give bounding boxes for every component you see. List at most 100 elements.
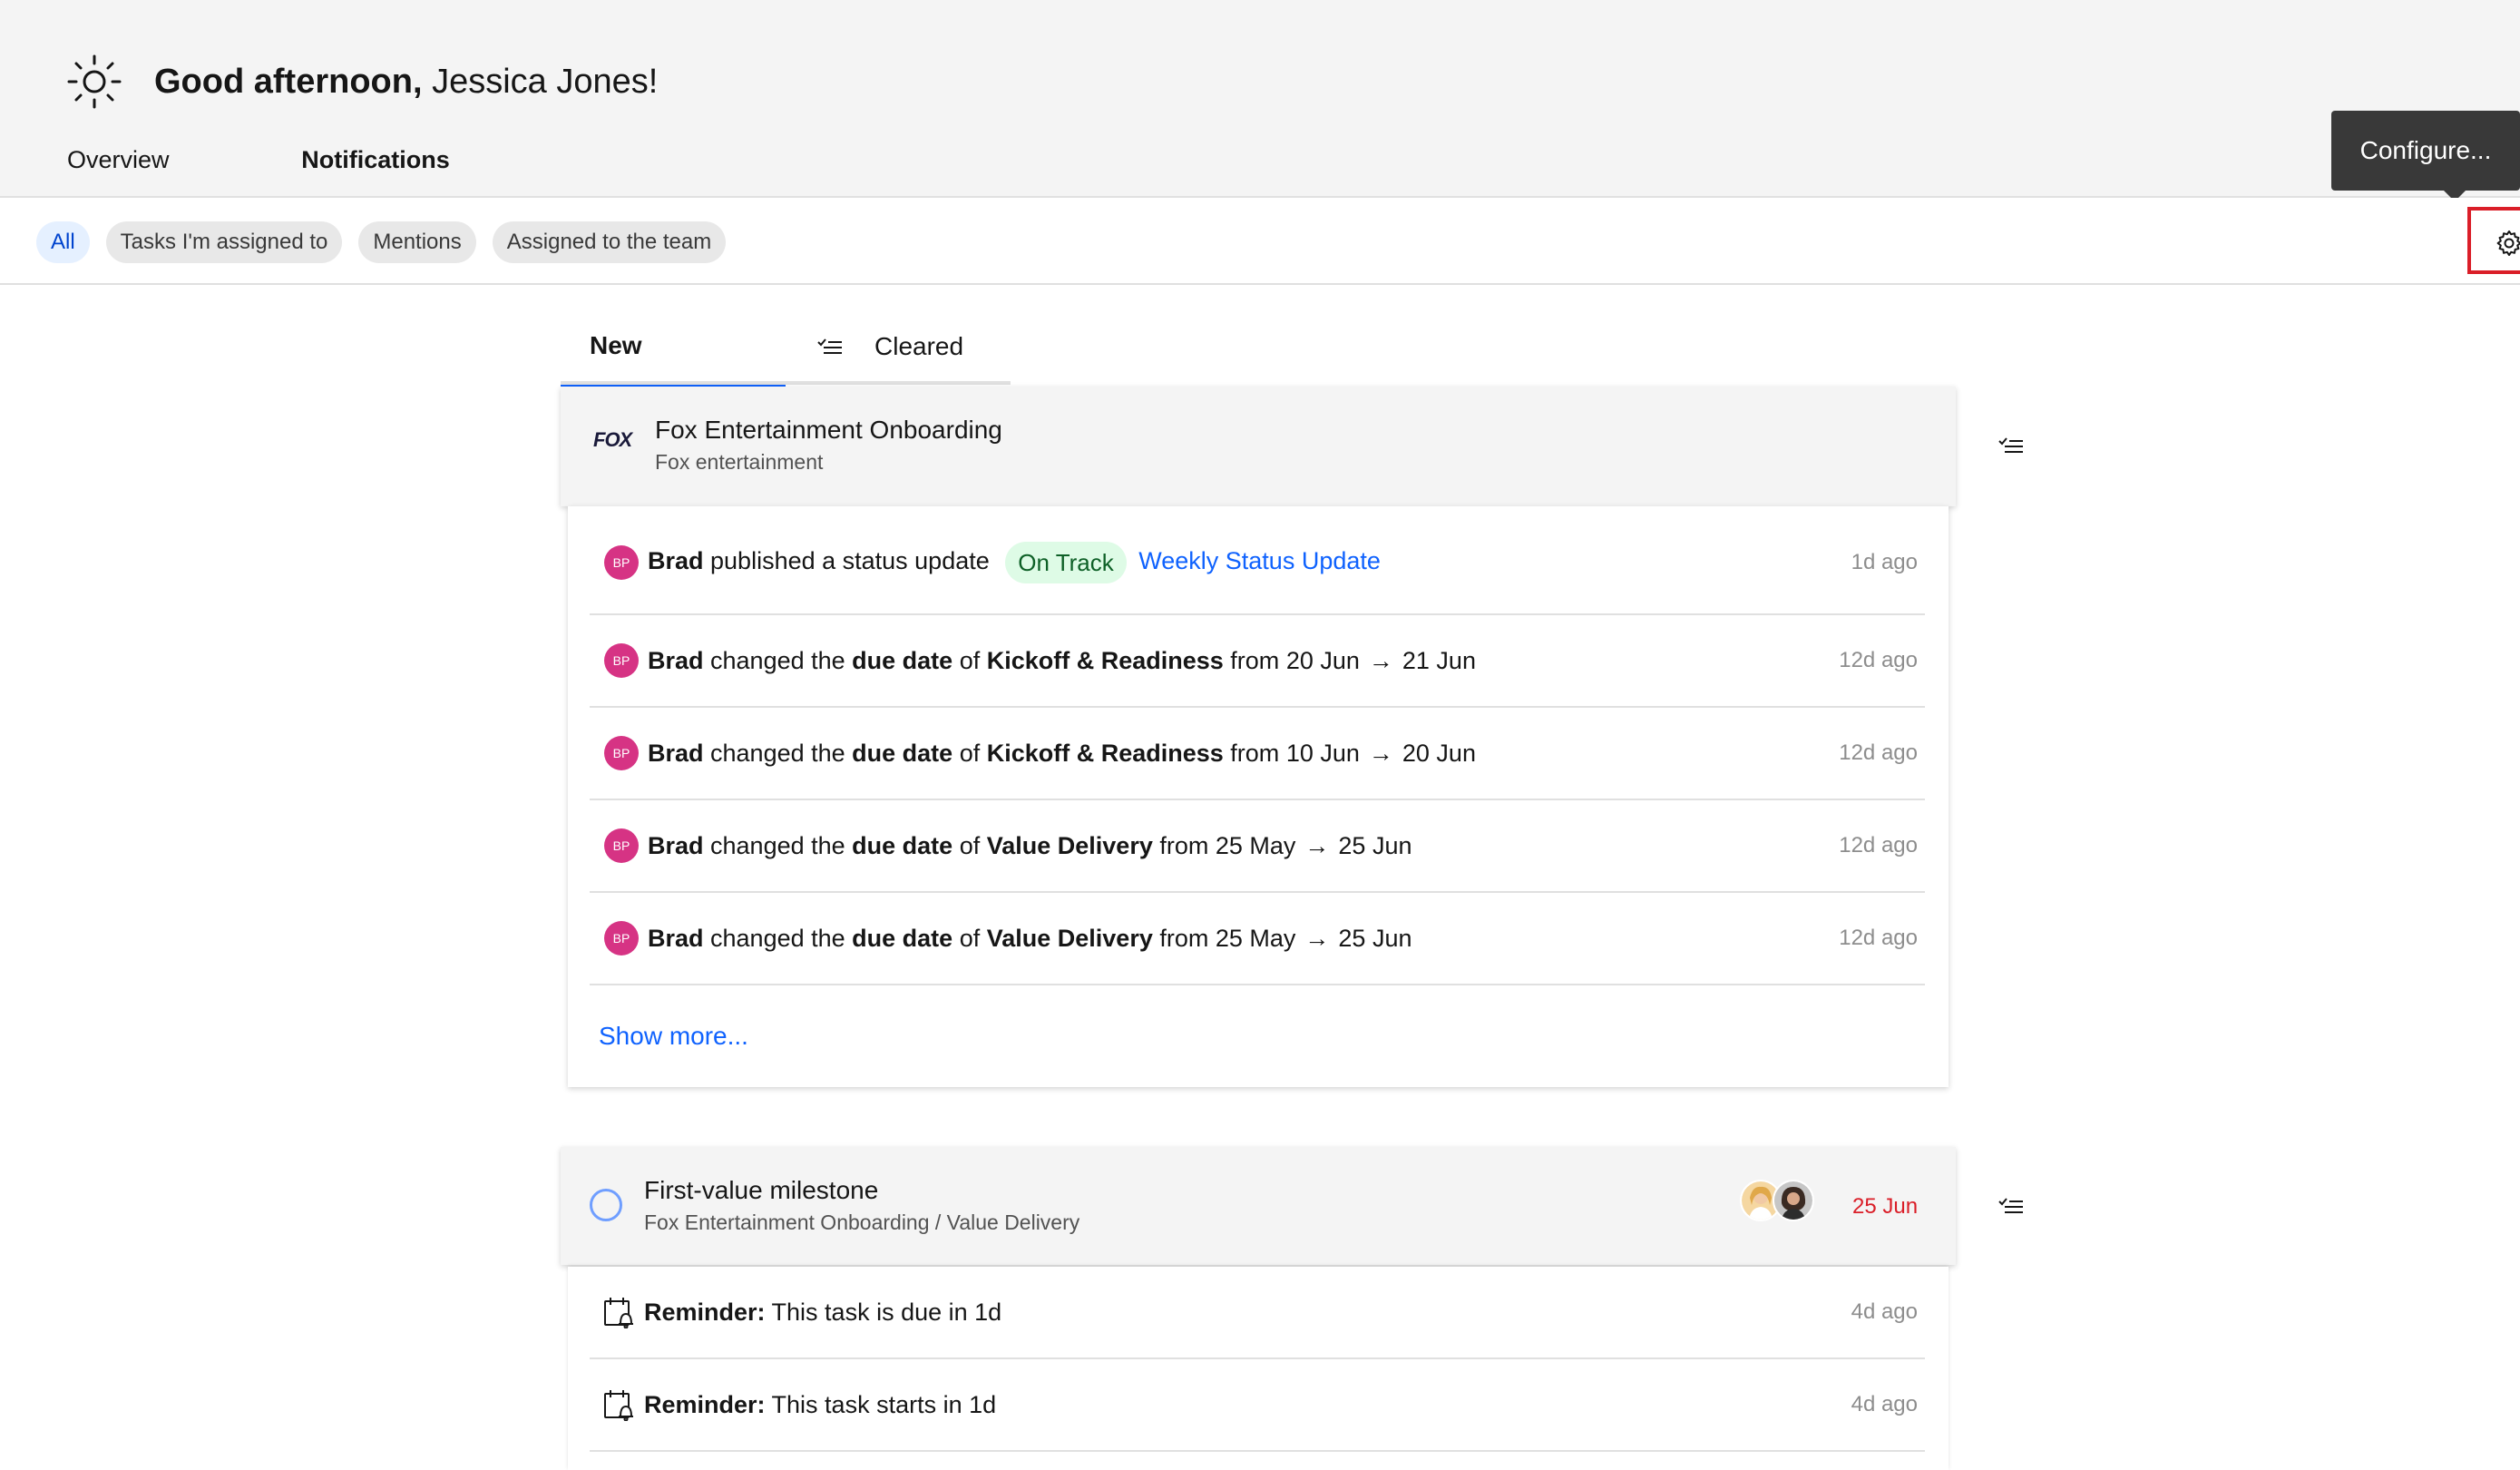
text: from: [1152, 831, 1216, 859]
tab-cleared[interactable]: Cleared: [786, 319, 1011, 385]
greeting-name: Jessica Jones!: [422, 63, 659, 101]
text: from: [1223, 739, 1286, 767]
filter-chip-mentions[interactable]: Mentions: [358, 221, 476, 263]
to-date: 25 Jun: [1338, 924, 1412, 952]
from-date: 10 Jun: [1285, 739, 1360, 767]
greeting-bold: Good afternoon,: [154, 63, 423, 101]
page-header: Good afternoon, Jessica Jones! Overview …: [0, 0, 2520, 211]
clear-group-icon[interactable]: [1997, 1196, 2025, 1216]
filter-bar: All Tasks I'm assigned to Mentions Assig…: [0, 198, 2520, 285]
task-name: Kickoff & Readiness: [986, 646, 1224, 674]
reminder-row[interactable]: Reminder: This task starts in 1d 4d ago: [590, 1359, 1925, 1452]
greeting: Good afternoon, Jessica Jones!: [65, 53, 658, 111]
reminder-message: This task starts in 1d: [765, 1390, 997, 1418]
reminder-label: Reminder:: [644, 1298, 766, 1326]
field-name: due date: [852, 924, 953, 952]
group-header-first-value-milestone[interactable]: First-value milestone Fox Entertainment …: [561, 1147, 1956, 1265]
notification-row[interactable]: BP Brad changed the due date of Kickoff …: [590, 708, 1925, 800]
group-notifications: BP Brad published a status update On Tra…: [568, 506, 1949, 1087]
clear-all-icon: [817, 338, 842, 354]
arrow-right-icon: →: [1368, 739, 1393, 767]
user-name: Brad: [648, 831, 704, 859]
text: from: [1223, 646, 1286, 674]
user-name: Brad: [648, 547, 704, 575]
text: changed the: [703, 646, 853, 674]
timestamp: 12d ago: [1839, 648, 1918, 672]
status-update-link[interactable]: Weekly Status Update: [1138, 547, 1381, 574]
group-subtitle: Fox entertainment: [655, 450, 824, 474]
filter-chip-assigned-to-me[interactable]: Tasks I'm assigned to: [105, 221, 343, 263]
configure-button[interactable]: [2467, 207, 2520, 274]
tab-overview[interactable]: Overview: [38, 136, 263, 198]
text: from: [1152, 924, 1216, 952]
notification-row[interactable]: BP Brad published a status update On Tra…: [590, 512, 1925, 615]
text: changed the: [703, 831, 853, 859]
reminder-label: Reminder:: [644, 1390, 766, 1418]
tab-notifications[interactable]: Notifications: [263, 136, 488, 211]
group-header-fox-onboarding[interactable]: FOX Fox Entertainment Onboarding Fox ent…: [561, 387, 1956, 506]
avatar: [1773, 1180, 1814, 1221]
avatar: BP: [604, 828, 639, 863]
text: changed the: [703, 739, 853, 767]
filter-chip-assigned-to-team[interactable]: Assigned to the team: [492, 221, 727, 263]
timestamp: 12d ago: [1839, 740, 1918, 765]
text: of: [952, 739, 987, 767]
text: changed the: [703, 924, 853, 952]
clear-group-icon[interactable]: [1997, 436, 2025, 456]
task-name: Value Delivery: [986, 831, 1153, 859]
timestamp: 4d ago: [1851, 1392, 1918, 1416]
group-title[interactable]: Fox Entertainment Onboarding: [655, 416, 1002, 445]
filter-chip-all[interactable]: All: [36, 221, 90, 263]
text: of: [952, 831, 987, 859]
status-badge: On Track: [1005, 542, 1127, 583]
from-date: 20 Jun: [1285, 646, 1360, 674]
action-text: published a status update: [703, 547, 997, 575]
avatar: BP: [604, 545, 639, 580]
sun-icon: [67, 54, 122, 109]
filter-chips: All Tasks I'm assigned to Mentions Assig…: [36, 221, 727, 263]
notification-row[interactable]: BP Brad changed the due date of Kickoff …: [590, 615, 1925, 708]
notification-row[interactable]: BP Brad changed the due date of Value De…: [590, 893, 1925, 985]
to-date: 25 Jun: [1338, 831, 1412, 859]
notification-row[interactable]: BP Brad changed the due date of Value De…: [590, 800, 1925, 893]
assignee-avatars[interactable]: [1740, 1180, 1814, 1221]
notification-text: Brad changed the due date of Kickoff & R…: [648, 647, 1476, 675]
timestamp: 12d ago: [1839, 833, 1918, 858]
page-title: Good afternoon, Jessica Jones!: [154, 54, 658, 109]
field-name: due date: [852, 739, 953, 767]
reminder-row[interactable]: Reminder: This task is due in 1d 4d ago: [590, 1267, 1925, 1359]
arrow-right-icon: →: [1304, 831, 1330, 859]
tab-new[interactable]: New: [561, 319, 786, 388]
header-tabs: Overview Notifications: [38, 136, 488, 211]
user-name: Brad: [648, 924, 704, 952]
to-date: 20 Jun: [1402, 739, 1476, 767]
fox-logo: FOX: [593, 428, 632, 451]
task-title[interactable]: First-value milestone: [644, 1176, 878, 1205]
timestamp: 1d ago: [1851, 550, 1918, 574]
arrow-right-icon: →: [1368, 646, 1393, 674]
avatar: BP: [604, 643, 639, 678]
field-name: due date: [852, 646, 953, 674]
notification-tabs: New Cleared: [561, 319, 1011, 388]
timestamp: 12d ago: [1839, 926, 1918, 950]
show-more-link[interactable]: Show more...: [599, 1022, 748, 1051]
arrow-right-icon: →: [1304, 924, 1330, 952]
user-name: Brad: [648, 739, 704, 767]
notification-text: Brad changed the due date of Value Deliv…: [648, 925, 1411, 953]
field-name: due date: [852, 831, 953, 859]
notification-text: Brad changed the due date of Kickoff & R…: [648, 740, 1476, 768]
group-notifications: Reminder: This task is due in 1d 4d ago …: [568, 1267, 1949, 1470]
avatar: BP: [604, 736, 639, 770]
reminder-text: Reminder: This task is due in 1d: [644, 1298, 1001, 1327]
configure-tooltip: Configure...: [2331, 111, 2520, 201]
reminder-text: Reminder: This task starts in 1d: [644, 1391, 996, 1419]
task-status-circle-icon[interactable]: [590, 1189, 622, 1221]
notification-text: Brad changed the due date of Value Deliv…: [648, 832, 1411, 860]
calendar-reminder-icon: [604, 1390, 633, 1421]
due-date: 25 Jun: [1852, 1194, 1919, 1219]
gear-icon: [2496, 230, 2520, 256]
avatar: BP: [604, 921, 639, 956]
task-name: Kickoff & Readiness: [986, 739, 1224, 767]
notification-text: Brad published a status update On Track …: [648, 542, 1381, 583]
reminder-message: This task is due in 1d: [765, 1298, 1002, 1326]
